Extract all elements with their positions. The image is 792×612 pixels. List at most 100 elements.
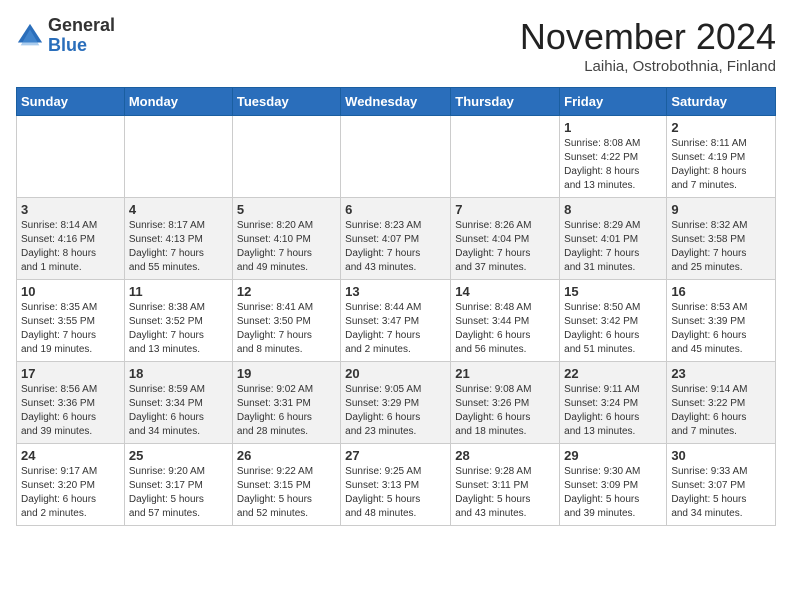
calendar-cell: 6Sunrise: 8:23 AM Sunset: 4:07 PM Daylig…: [341, 198, 451, 280]
day-info: Sunrise: 9:22 AM Sunset: 3:15 PM Dayligh…: [237, 465, 336, 521]
day-info: Sunrise: 9:33 AM Sunset: 3:07 PM Dayligh…: [671, 465, 771, 521]
calendar-header-monday: Monday: [124, 88, 232, 116]
day-number: 8: [564, 202, 662, 217]
logo-general: General: [48, 16, 115, 36]
day-info: Sunrise: 9:17 AM Sunset: 3:20 PM Dayligh…: [21, 465, 120, 521]
day-number: 1: [564, 120, 662, 135]
day-info: Sunrise: 8:35 AM Sunset: 3:55 PM Dayligh…: [21, 301, 120, 357]
day-number: 18: [129, 366, 228, 381]
calendar-cell: 24 Sunrise: 9:17 AM Sunset: 3:20 PM Dayli…: [17, 444, 125, 526]
day-number: 27: [345, 448, 446, 463]
calendar-cell: [17, 116, 125, 198]
day-info: Sunrise: 9:11 AM Sunset: 3:24 PM Dayligh…: [564, 383, 662, 439]
calendar-cell: 18 Sunrise: 8:59 AM Sunset: 3:34 PM Dayli…: [124, 362, 232, 444]
day-info: Sunrise: 8:11 AM Sunset: 4:19 PM Dayligh…: [671, 137, 771, 193]
day-number: 19: [237, 366, 336, 381]
day-info: Sunrise: 9:20 AM Sunset: 3:17 PM Dayligh…: [129, 465, 228, 521]
day-info: Sunrise: 9:28 AM Sunset: 3:11 PM Dayligh…: [455, 465, 555, 521]
day-number: 9: [671, 202, 771, 217]
day-info: Sunrise: 8:08 AM Sunset: 4:22 PM Dayligh…: [564, 137, 662, 193]
calendar-header-sunday: Sunday: [17, 88, 125, 116]
calendar-cell: 30Sunrise: 9:33 AM Sunset: 3:07 PM Dayli…: [667, 444, 776, 526]
day-number: 14: [455, 284, 555, 299]
calendar-cell: 11Sunrise: 8:38 AM Sunset: 3:52 PM Dayli…: [124, 280, 232, 362]
calendar-cell: [341, 116, 451, 198]
location: Laihia, Ostrobothnia, Finland: [520, 58, 776, 75]
logo-icon: [16, 22, 44, 50]
calendar-header-friday: Friday: [560, 88, 667, 116]
day-number: 24: [21, 448, 120, 463]
day-info: Sunrise: 8:41 AM Sunset: 3:50 PM Dayligh…: [237, 301, 336, 357]
calendar-header-thursday: Thursday: [451, 88, 560, 116]
calendar-cell: [451, 116, 560, 198]
day-number: 6: [345, 202, 446, 217]
logo: General Blue: [16, 16, 115, 56]
calendar-cell: [124, 116, 232, 198]
day-info: Sunrise: 8:20 AM Sunset: 4:10 PM Dayligh…: [237, 219, 336, 275]
day-info: Sunrise: 8:56 AM Sunset: 3:36 PM Dayligh…: [21, 383, 120, 439]
day-number: 28: [455, 448, 555, 463]
calendar-cell: 2 Sunrise: 8:11 AM Sunset: 4:19 PM Daylig…: [667, 116, 776, 198]
day-info: Sunrise: 9:02 AM Sunset: 3:31 PM Dayligh…: [237, 383, 336, 439]
day-number: 26: [237, 448, 336, 463]
day-number: 10: [21, 284, 120, 299]
calendar-cell: 10 Sunrise: 8:35 AM Sunset: 3:55 PM Dayli…: [17, 280, 125, 362]
calendar-cell: 29Sunrise: 9:30 AM Sunset: 3:09 PM Dayli…: [560, 444, 667, 526]
day-info: Sunrise: 8:14 AM Sunset: 4:16 PM Dayligh…: [21, 219, 120, 275]
day-number: 23: [671, 366, 771, 381]
day-number: 3: [21, 202, 120, 217]
page: General Blue November 2024 Laihia, Ostro…: [0, 0, 792, 542]
day-number: 11: [129, 284, 228, 299]
calendar-header-row: SundayMondayTuesdayWednesdayThursdayFrid…: [17, 88, 776, 116]
calendar-cell: 9 Sunrise: 8:32 AM Sunset: 3:58 PM Daylig…: [667, 198, 776, 280]
day-info: Sunrise: 8:50 AM Sunset: 3:42 PM Dayligh…: [564, 301, 662, 357]
day-info: Sunrise: 8:26 AM Sunset: 4:04 PM Dayligh…: [455, 219, 555, 275]
calendar-cell: 14 Sunrise: 8:48 AM Sunset: 3:44 PM Dayli…: [451, 280, 560, 362]
calendar-cell: 22 Sunrise: 9:11 AM Sunset: 3:24 PM Dayli…: [560, 362, 667, 444]
day-number: 2: [671, 120, 771, 135]
day-number: 4: [129, 202, 228, 217]
day-info: Sunrise: 9:25 AM Sunset: 3:13 PM Dayligh…: [345, 465, 446, 521]
calendar-cell: 16 Sunrise: 8:53 AM Sunset: 3:39 PM Dayli…: [667, 280, 776, 362]
calendar-cell: 1 Sunrise: 8:08 AM Sunset: 4:22 PM Daylig…: [560, 116, 667, 198]
day-number: 13: [345, 284, 446, 299]
day-info: Sunrise: 8:32 AM Sunset: 3:58 PM Dayligh…: [671, 219, 771, 275]
day-info: Sunrise: 8:29 AM Sunset: 4:01 PM Dayligh…: [564, 219, 662, 275]
calendar-cell: 8 Sunrise: 8:29 AM Sunset: 4:01 PM Daylig…: [560, 198, 667, 280]
calendar-cell: 28 Sunrise: 9:28 AM Sunset: 3:11 PM Dayli…: [451, 444, 560, 526]
calendar-cell: 4 Sunrise: 8:17 AM Sunset: 4:13 PM Daylig…: [124, 198, 232, 280]
day-number: 25: [129, 448, 228, 463]
logo-text: General Blue: [48, 16, 115, 56]
title-block: November 2024 Laihia, Ostrobothnia, Finl…: [520, 16, 776, 75]
day-number: 7: [455, 202, 555, 217]
day-info: Sunrise: 9:08 AM Sunset: 3:26 PM Dayligh…: [455, 383, 555, 439]
calendar-table: SundayMondayTuesdayWednesdayThursdayFrid…: [16, 87, 776, 526]
day-number: 29: [564, 448, 662, 463]
day-info: Sunrise: 8:53 AM Sunset: 3:39 PM Dayligh…: [671, 301, 771, 357]
month-title: November 2024: [520, 16, 776, 58]
calendar-header-wednesday: Wednesday: [341, 88, 451, 116]
calendar-cell: 27 Sunrise: 9:25 AM Sunset: 3:13 PM Dayli…: [341, 444, 451, 526]
calendar-cell: 7 Sunrise: 8:26 AM Sunset: 4:04 PM Daylig…: [451, 198, 560, 280]
calendar-cell: 21 Sunrise: 9:08 AM Sunset: 3:26 PM Dayli…: [451, 362, 560, 444]
day-info: Sunrise: 9:14 AM Sunset: 3:22 PM Dayligh…: [671, 383, 771, 439]
day-info: Sunrise: 8:44 AM Sunset: 3:47 PM Dayligh…: [345, 301, 446, 357]
day-number: 16: [671, 284, 771, 299]
calendar-cell: 15 Sunrise: 8:50 AM Sunset: 3:42 PM Dayli…: [560, 280, 667, 362]
day-info: Sunrise: 8:17 AM Sunset: 4:13 PM Dayligh…: [129, 219, 228, 275]
day-number: 15: [564, 284, 662, 299]
day-info: Sunrise: 8:59 AM Sunset: 3:34 PM Dayligh…: [129, 383, 228, 439]
calendar-cell: 25 Sunrise: 9:20 AM Sunset: 3:17 PM Dayli…: [124, 444, 232, 526]
day-info: Sunrise: 8:48 AM Sunset: 3:44 PM Dayligh…: [455, 301, 555, 357]
calendar-cell: 19 Sunrise: 9:02 AM Sunset: 3:31 PM Dayli…: [232, 362, 340, 444]
calendar-week-1: 1 Sunrise: 8:08 AM Sunset: 4:22 PM Daylig…: [17, 116, 776, 198]
calendar-week-5: 24 Sunrise: 9:17 AM Sunset: 3:20 PM Dayli…: [17, 444, 776, 526]
calendar-cell: [232, 116, 340, 198]
day-number: 22: [564, 366, 662, 381]
calendar-cell: 3 Sunrise: 8:14 AM Sunset: 4:16 PM Daylig…: [17, 198, 125, 280]
calendar-cell: 20Sunrise: 9:05 AM Sunset: 3:29 PM Dayli…: [341, 362, 451, 444]
day-number: 21: [455, 366, 555, 381]
calendar-cell: 17Sunrise: 8:56 AM Sunset: 3:36 PM Dayli…: [17, 362, 125, 444]
day-info: Sunrise: 9:05 AM Sunset: 3:29 PM Dayligh…: [345, 383, 446, 439]
calendar-cell: 13 Sunrise: 8:44 AM Sunset: 3:47 PM Dayli…: [341, 280, 451, 362]
